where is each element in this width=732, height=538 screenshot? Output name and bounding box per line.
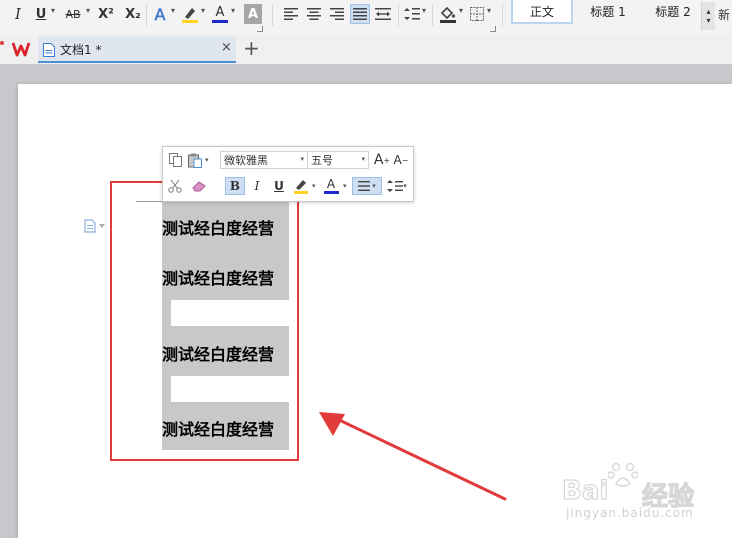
chevron-down-icon: ▾ [403, 182, 407, 190]
chevron-down-icon[interactable]: ▾ [312, 182, 316, 190]
divider [272, 4, 273, 26]
minus-icon: − [401, 155, 409, 165]
eraser-icon[interactable] [191, 177, 207, 195]
bold-button[interactable]: B [225, 177, 245, 195]
annotation-frame [110, 181, 299, 461]
shrink-font-button[interactable]: A − [393, 151, 409, 169]
font-color-glyph: A [326, 177, 336, 191]
align-center-icon[interactable] [305, 4, 323, 24]
watermark-brand: Bai [561, 475, 609, 506]
distribute-icon[interactable] [374, 4, 392, 24]
document-icon [43, 42, 55, 57]
chevron-down-icon: ▾ [372, 182, 376, 190]
align-right-icon[interactable] [328, 4, 346, 24]
shrink-font-glyph: A [393, 153, 402, 167]
font-color-bar [323, 191, 339, 194]
style-heading-2[interactable]: 标题 2 [642, 0, 704, 24]
font-size-select[interactable]: 五号 ▾ [307, 151, 369, 169]
strikethrough-button[interactable]: AB [61, 4, 85, 24]
plus-icon: + [383, 155, 391, 165]
notification-dot [0, 41, 4, 45]
font-name-value: 微软雅黑 [224, 154, 268, 167]
superscript-button[interactable]: X² [95, 4, 117, 24]
font-size-value: 五号 [311, 154, 333, 167]
divider [398, 4, 399, 26]
divider [502, 4, 503, 26]
chevron-down-icon[interactable]: ▾ [487, 6, 491, 15]
underline-button[interactable]: U [271, 177, 287, 195]
chevron-down-icon[interactable]: ▾ [231, 6, 235, 15]
fill-bucket-icon[interactable] [438, 4, 458, 24]
line-spacing-icon[interactable] [403, 4, 421, 24]
paw-logo-icon [608, 462, 638, 487]
watermark: Bai 经验 jingyan.baidu.com [561, 462, 732, 524]
chevron-down-icon[interactable]: ▾ [343, 182, 347, 190]
font-color-button[interactable]: A [321, 177, 341, 195]
dialog-launcher-icon[interactable] [257, 26, 263, 32]
annotation-arrow-icon [319, 412, 507, 501]
chevron-down-icon[interactable]: ▾ [422, 6, 426, 15]
subscript-button[interactable]: X₂ [122, 4, 144, 24]
chevron-down-icon[interactable]: ▾ [171, 6, 175, 15]
border-icon[interactable] [468, 4, 486, 24]
underline-button[interactable]: U [32, 4, 50, 24]
chevron-down-icon[interactable]: ▾ [51, 6, 55, 15]
tab-label: 文档1 * [60, 43, 102, 57]
paragraph-handle-icon[interactable] [84, 218, 106, 233]
tab-document-1[interactable]: 文档1 * × [38, 37, 236, 63]
cut-icon[interactable] [167, 177, 183, 195]
chevron-down-icon[interactable]: ▾ [86, 6, 90, 15]
italic-button[interactable]: I [249, 177, 265, 195]
dialog-launcher-icon[interactable] [490, 26, 496, 32]
wps-logo-icon[interactable] [11, 40, 31, 58]
style-normal[interactable]: 正文 [511, 0, 573, 24]
watermark-url: jingyan.baidu.com [566, 506, 694, 520]
style-heading-1[interactable]: 标题 1 [577, 0, 639, 24]
line-spacing-icon [387, 180, 404, 192]
grow-font-button[interactable]: A + [373, 151, 391, 169]
text-effect-button[interactable]: A [150, 4, 170, 24]
chevron-down-icon[interactable]: ▾ [201, 6, 205, 15]
close-icon[interactable]: × [221, 40, 232, 55]
font-name-select[interactable]: 微软雅黑 ▾ [220, 151, 308, 169]
divider [432, 4, 433, 26]
chevron-down-icon: ▾ [300, 155, 304, 163]
justify-icon[interactable] [350, 4, 370, 24]
italic-button[interactable]: I [10, 4, 26, 24]
new-style-button[interactable]: 新 [718, 4, 732, 24]
new-tab-icon[interactable]: + [243, 36, 260, 60]
paste-icon[interactable] [187, 151, 203, 169]
highlight-pen-icon[interactable] [180, 4, 200, 24]
copy-icon[interactable] [167, 151, 183, 169]
chevron-down-icon: ▾ [706, 16, 711, 25]
chevron-down-icon: ▾ [361, 155, 365, 163]
font-color-glyph: A [215, 4, 225, 20]
font-color-bar [212, 19, 228, 23]
line-spacing-button[interactable]: ▾ [385, 177, 409, 195]
char-shading-button[interactable]: A [244, 4, 262, 24]
document-tab-bar: 文档1 * × + [0, 34, 732, 65]
divider [146, 4, 147, 26]
floating-mini-toolbar: ▾ 微软雅黑 ▾ 五号 ▾ A + A − B I U ▾ A ▾ ▾ ▾ [162, 146, 414, 202]
font-color-button[interactable]: A [210, 4, 230, 24]
chevron-up-icon: ▴ [706, 7, 711, 16]
ribbon: I U ▾ AB ▾ X² X₂ A ▾ ▾ A ▾ A ▾ ▾ ▾ 正文 标题… [0, 0, 732, 35]
chevron-down-icon[interactable]: ▾ [205, 156, 209, 164]
highlight-pen-icon[interactable] [291, 177, 311, 195]
grow-font-glyph: A [373, 152, 384, 168]
chevron-down-icon[interactable]: ▾ [459, 6, 463, 15]
align-left-icon[interactable] [282, 4, 300, 24]
style-scroll-button[interactable]: ▴ ▾ [701, 2, 715, 30]
justify-icon [358, 181, 371, 191]
paragraph-align-button[interactable]: ▾ [352, 177, 382, 195]
